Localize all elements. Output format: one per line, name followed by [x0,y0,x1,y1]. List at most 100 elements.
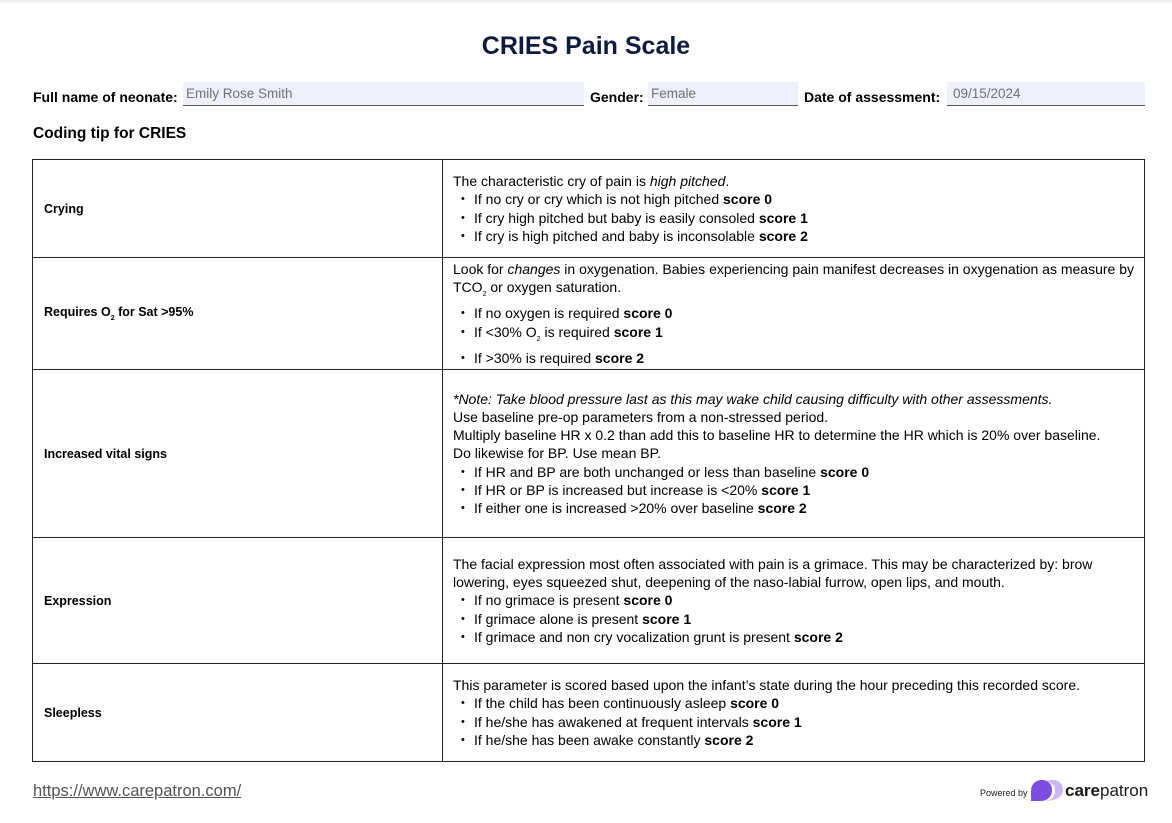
criterion-description: Look for changes in oxygenation. Babies … [442,257,1145,370]
criterion-name: Requires O2 for Sat >95% [32,257,443,370]
bullet-icon: • [461,351,465,364]
table-row: Increased vital signs *Note: Take blood … [32,369,1145,538]
score-item: • If <30% O2 is required score 1 [453,323,1134,349]
powered-by-label: Powered by [980,788,1028,798]
score-condition: If no grimace is present [474,592,624,609]
date-label: Date of assessment: [804,89,941,105]
cries-criteria-table: Crying The characteristic cry of pain is… [32,159,1145,762]
criterion-note: *Note: Take blood pressure last as this … [453,390,1053,407]
score-condition: If he/she has been awake constantly [474,731,705,748]
bullet-icon: • [461,594,465,607]
score-item: • If he/she has been awake constantly sco… [453,731,1134,749]
score-value: score 1 [613,323,663,340]
score-condition: If HR and BP are both unchanged or less … [474,463,821,480]
score-item: • If either one is increased >20% over ba… [453,499,1134,517]
assessment-date-field[interactable]: 09/15/2024 [947,82,1145,106]
bullet-icon: • [461,465,465,478]
bullet-icon: • [461,211,465,224]
bullet-icon: • [461,483,465,496]
score-item: • If the child has been continuously asle… [453,694,1134,712]
score-item: • If no grimace is present score 0 [453,591,1134,609]
patient-info-fields: Full name of neonate: Emily Rose Smith G… [33,82,1145,106]
score-value: score 2 [793,628,843,645]
score-condition: If cry high pitched but baby is easily c… [474,209,759,226]
score-value: score 0 [820,463,870,480]
score-value: score 0 [623,305,673,322]
score-value: score 0 [730,695,780,712]
bullet-icon: • [461,229,465,242]
neonate-name-field[interactable]: Emily Rose Smith [183,82,584,106]
criterion-line: Multiply baseline HR x 0.2 than add this… [453,427,1101,444]
score-value: score 0 [723,191,773,208]
criterion-intro: The facial expression most often associa… [453,555,1093,591]
score-item: • If cry is high pitched and baby is inco… [453,227,1134,245]
intro-text: or oxygen saturation. [486,279,622,296]
score-item: • If HR and BP are both unchanged or less… [453,463,1134,481]
criterion-line: Do likewise for BP. Use mean BP. [453,445,662,462]
bullet-icon: • [461,307,465,320]
score-item: • If no cry or cry which is not high pitc… [453,190,1134,208]
score-value: score 1 [642,610,692,627]
score-value: score 0 [623,592,673,609]
bullet-icon: • [461,630,465,643]
score-value: score 1 [758,209,808,226]
brand-bold: care [1065,781,1100,800]
criterion-name: Sleepless [32,663,443,762]
brand-regular: patron [1099,781,1149,800]
score-item: • If he/she has awakened at frequent inte… [453,713,1134,731]
score-item: • If cry high pitched but baby is easily … [453,209,1134,227]
score-condition: is required [540,323,614,340]
score-condition: If no cry or cry which is not high pitch… [474,191,723,208]
criterion-line: Use baseline pre-op parameters from a no… [453,408,829,425]
name-text: for Sat >95% [114,305,194,319]
table-row: Expression The facial expression most of… [32,537,1145,664]
page-title: CRIES Pain Scale [481,32,691,60]
intro-text: The characteristic cry of pain is [453,173,650,190]
criterion-intro: Look for changes in oxygenation. Babies … [453,260,1134,304]
bullet-icon: • [461,502,465,514]
score-value: score 2 [595,349,645,366]
score-item: • If grimace and non cry vocalization gru… [453,628,1134,646]
score-condition: If the child has been continuously aslee… [474,695,731,712]
score-list: • If no oxygen is required score 0 • If <3… [453,304,1134,367]
table-row: Crying The characteristic cry of pain is… [32,159,1145,258]
criterion-description: This parameter is scored based upon the … [442,663,1145,762]
carepatron-logo-icon [1031,780,1063,801]
score-list: • If HR and BP are both unchanged or less… [453,463,1134,518]
criterion-description: The characteristic cry of pain is high p… [442,159,1145,258]
score-value: score 1 [752,713,802,730]
score-value: score 1 [761,481,811,498]
bullet-icon: • [461,715,465,728]
score-condition: If no oxygen is required [474,305,624,322]
carepatron-website-link[interactable]: https://www.carepatron.com/ [33,782,241,801]
table-row: Sleepless This parameter is scored based… [32,663,1145,762]
score-condition: If >30% is required [474,349,596,366]
criterion-description: *Note: Take blood pressure last as this … [442,369,1145,538]
score-condition: If <30% O [474,323,537,340]
score-value: score 2 [704,731,754,748]
criterion-intro: The characteristic cry of pain is high p… [453,172,1134,190]
score-list: • If no cry or cry which is not high pitc… [453,190,1134,245]
criterion-intro: This parameter is scored based upon the … [453,677,1080,694]
intro-text: Look for [453,260,508,277]
score-item: • If >30% is required score 2 [453,349,1134,367]
score-list: • If no grimace is present score 0 • If gr… [453,591,1134,646]
criterion-description: The facial expression most often associa… [442,537,1145,664]
score-item: • If grimace alone is present score 1 [453,610,1134,628]
name-label: Full name of neonate: [33,89,178,105]
score-condition: If grimace and non cry vocalization grun… [474,628,794,645]
section-title: Coding tip for CRIES [33,125,187,142]
criterion-name: Expression [32,537,443,664]
intro-text: . [725,173,730,190]
score-condition: If he/she has awakened at frequent inter… [474,713,753,730]
intro-emphasis: changes [507,260,561,277]
criterion-name: Increased vital signs [32,369,443,538]
bullet-icon: • [461,733,465,746]
score-item: • If HR or BP is increased but increase i… [453,481,1134,499]
name-text: Requires O [44,305,111,319]
bullet-icon: • [461,612,465,625]
gender-field[interactable]: Female [648,82,798,106]
score-condition: If grimace alone is present [474,610,643,627]
bullet-icon: • [461,325,465,338]
score-value: score 2 [757,500,807,516]
